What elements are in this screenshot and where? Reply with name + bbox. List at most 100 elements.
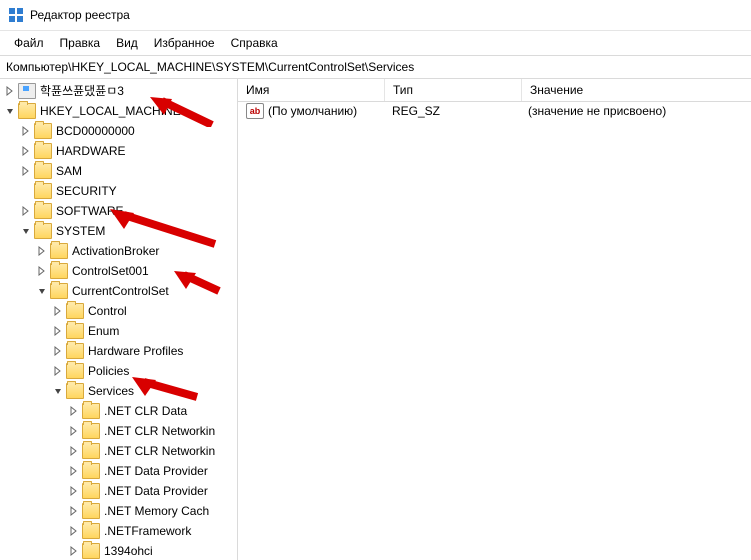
chevron-down-icon[interactable] (18, 223, 34, 239)
tree-pane[interactable]: 학퓬쓰퓬댔퓬ㅁ3HKEY_LOCAL_MACHINEBCD00000000HAR… (0, 79, 238, 560)
tree-item-label: .NET CLR Data (104, 401, 193, 421)
col-type[interactable]: Тип (385, 79, 522, 101)
tree-item[interactable]: Services (2, 381, 237, 401)
tree-item[interactable]: 1394ohci (2, 541, 237, 560)
folder-icon (66, 323, 84, 339)
tree-item[interactable]: SYSTEM (2, 221, 237, 241)
folder-icon (82, 503, 100, 519)
tree-item-label: Policies (88, 361, 135, 381)
col-value[interactable]: Значение (522, 79, 751, 101)
folder-icon (82, 423, 100, 439)
folder-icon (50, 243, 68, 259)
chevron-right-icon[interactable] (66, 503, 82, 519)
chevron-right-icon[interactable] (34, 263, 50, 279)
tree-item-label: BCD00000000 (56, 121, 141, 141)
column-headers[interactable]: Имя Тип Значение (238, 79, 751, 102)
address-path: Компьютер\HKEY_LOCAL_MACHINE\SYSTEM\Curr… (6, 60, 414, 74)
tree-item-label: SYSTEM (56, 221, 111, 241)
tree-item[interactable]: Control (2, 301, 237, 321)
menu-edit[interactable]: Правка (52, 34, 109, 52)
folder-icon (34, 143, 52, 159)
tree-item-label: .NET CLR Networkin (104, 421, 221, 441)
chevron-right-icon[interactable] (50, 343, 66, 359)
tree-item-label: .NET Memory Cach (104, 501, 215, 521)
tree-item[interactable]: BCD00000000 (2, 121, 237, 141)
chevron-right-icon[interactable] (66, 523, 82, 539)
tree-item[interactable]: .NET Data Provider (2, 481, 237, 501)
tree-item-label: Control (88, 301, 133, 321)
values-pane: Имя Тип Значение ab (По умолчанию) REG_S… (238, 79, 751, 560)
tree-item[interactable]: .NET Memory Cach (2, 501, 237, 521)
folder-icon (66, 363, 84, 379)
folder-icon (34, 203, 52, 219)
value-row[interactable]: ab (По умолчанию) REG_SZ (значение не пр… (238, 102, 751, 120)
folder-icon (50, 263, 68, 279)
chevron-right-icon[interactable] (18, 163, 34, 179)
tree-item[interactable]: SOFTWARE (2, 201, 237, 221)
tree-item-label: .NET CLR Networkin (104, 441, 221, 461)
tree-item-label: ControlSet001 (72, 261, 155, 281)
tree-item[interactable]: SECURITY (2, 181, 237, 201)
folder-icon (82, 523, 100, 539)
chevron-right-icon[interactable] (50, 323, 66, 339)
chevron-right-icon[interactable] (66, 543, 82, 559)
tree-item[interactable]: 학퓬쓰퓬댔퓬ㅁ3 (2, 81, 237, 101)
chevron-right-icon[interactable] (66, 463, 82, 479)
folder-icon (82, 403, 100, 419)
tree-item[interactable]: ControlSet001 (2, 261, 237, 281)
chevron-right-icon[interactable] (50, 363, 66, 379)
col-name[interactable]: Имя (238, 79, 385, 101)
computer-icon (18, 83, 36, 99)
value-name: (По умолчанию) (268, 104, 357, 118)
folder-icon (34, 223, 52, 239)
tree-item[interactable]: SAM (2, 161, 237, 181)
chevron-right-icon[interactable] (18, 203, 34, 219)
twisty-spacer (18, 183, 34, 199)
folder-icon (34, 163, 52, 179)
chevron-right-icon[interactable] (50, 303, 66, 319)
tree-item[interactable]: HARDWARE (2, 141, 237, 161)
tree-item[interactable]: CurrentControlSet (2, 281, 237, 301)
folder-icon (18, 103, 36, 119)
tree-item-label: ActivationBroker (72, 241, 165, 261)
tree-item[interactable]: Enum (2, 321, 237, 341)
address-bar[interactable]: Компьютер\HKEY_LOCAL_MACHINE\SYSTEM\Curr… (0, 55, 751, 79)
menu-favorites[interactable]: Избранное (146, 34, 223, 52)
tree-item-label: Enum (88, 321, 125, 341)
string-value-icon: ab (246, 103, 264, 119)
menu-view[interactable]: Вид (108, 34, 146, 52)
menu-file[interactable]: Файл (6, 34, 52, 52)
chevron-right-icon[interactable] (2, 83, 18, 99)
chevron-right-icon[interactable] (66, 443, 82, 459)
tree-item[interactable]: .NETFramework (2, 521, 237, 541)
tree-item-label: .NET Data Provider (104, 481, 214, 501)
chevron-right-icon[interactable] (34, 243, 50, 259)
chevron-right-icon[interactable] (66, 423, 82, 439)
tree-item[interactable]: .NET CLR Networkin (2, 441, 237, 461)
tree-item[interactable]: .NET CLR Networkin (2, 421, 237, 441)
chevron-down-icon[interactable] (50, 383, 66, 399)
tree-item-label: SECURITY (56, 181, 123, 201)
tree-item-label: SAM (56, 161, 88, 181)
chevron-right-icon[interactable] (18, 143, 34, 159)
chevron-down-icon[interactable] (34, 283, 50, 299)
value-type: REG_SZ (384, 104, 520, 118)
tree-item-label: 학퓬쓰퓬댔퓬ㅁ3 (40, 81, 130, 101)
value-rows: ab (По умолчанию) REG_SZ (значение не пр… (238, 102, 751, 560)
chevron-right-icon[interactable] (66, 403, 82, 419)
chevron-down-icon[interactable] (2, 103, 18, 119)
tree-item[interactable]: Policies (2, 361, 237, 381)
tree-item-label: .NET Data Provider (104, 461, 214, 481)
folder-icon (34, 123, 52, 139)
app-icon (8, 7, 24, 23)
tree-item[interactable]: Hardware Profiles (2, 341, 237, 361)
tree-item[interactable]: .NET Data Provider (2, 461, 237, 481)
folder-icon (66, 383, 84, 399)
tree-item[interactable]: ActivationBroker (2, 241, 237, 261)
tree-item[interactable]: HKEY_LOCAL_MACHINE (2, 101, 237, 121)
tree-item[interactable]: .NET CLR Data (2, 401, 237, 421)
chevron-right-icon[interactable] (66, 483, 82, 499)
menu-help[interactable]: Справка (223, 34, 286, 52)
tree-item-label: HARDWARE (56, 141, 132, 161)
chevron-right-icon[interactable] (18, 123, 34, 139)
